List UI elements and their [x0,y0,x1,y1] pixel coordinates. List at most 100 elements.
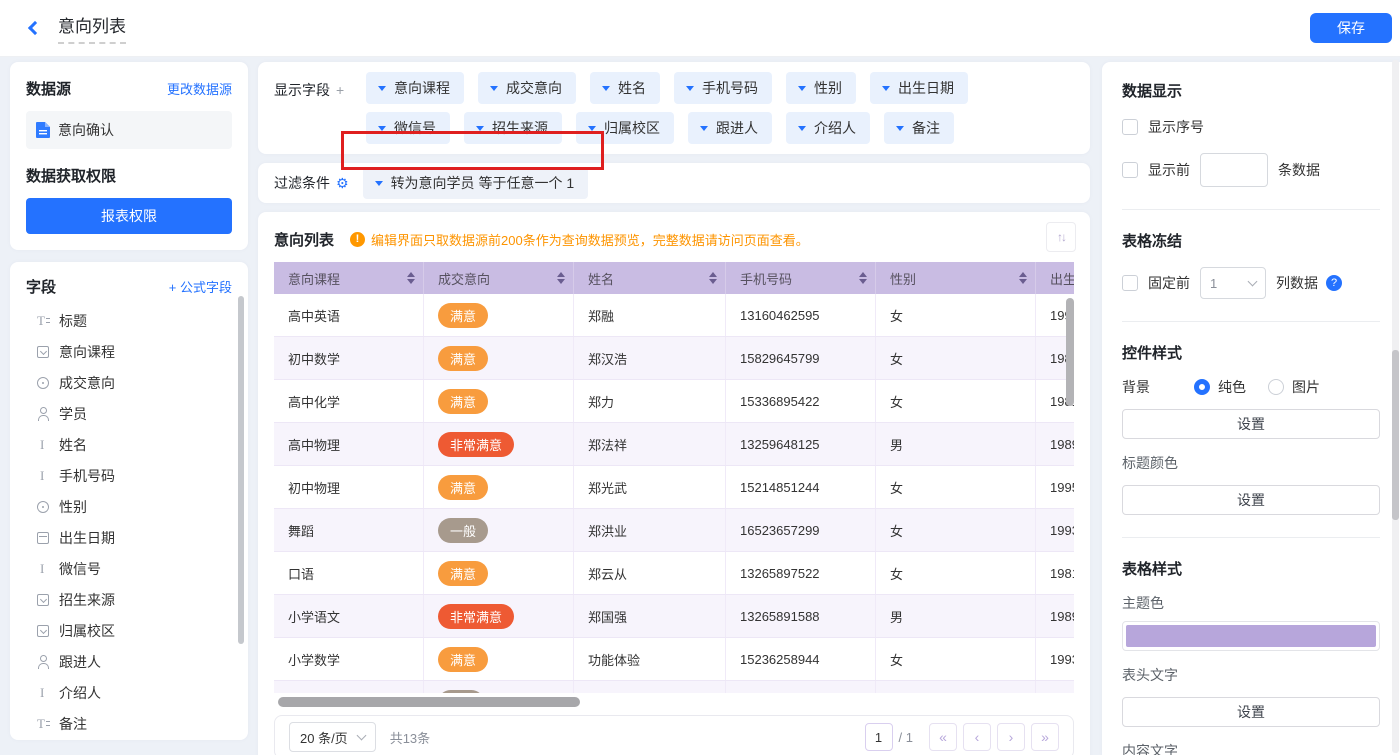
datasource-item-label: 意向确认 [58,120,114,140]
column-label: 姓名 [588,269,614,288]
sort-toggle-button[interactable] [1046,222,1076,252]
table-row[interactable]: 高中化学 满意 郑力 15336895422 女 1981-06 [274,380,1074,423]
save-button[interactable]: 保存 [1310,13,1392,43]
field-type-icon [36,562,50,576]
show-index-checkbox[interactable] [1122,119,1138,135]
cell-name: 郑力 [574,380,726,422]
image-radio-group[interactable]: 图片 [1268,377,1320,397]
field-item[interactable]: 介绍人 [26,677,232,708]
add-formula-field-link[interactable]: + 公式字段 [169,277,232,296]
first-page-button[interactable] [929,723,957,751]
title-color-label: 标题颜色 [1122,453,1380,473]
field-item[interactable]: 出生日期 [26,522,232,553]
prev-page-button[interactable] [963,723,991,751]
display-field-chip[interactable]: 意向课程 [366,72,464,104]
theme-color-picker[interactable] [1122,621,1380,651]
display-field-chip[interactable]: 出生日期 [870,72,968,104]
field-item[interactable]: 已报名交费 [26,739,232,740]
column-header[interactable]: 姓名 [574,262,726,294]
field-item[interactable]: 学员 [26,398,232,429]
column-label: 出生日期 [1050,269,1074,288]
chip-label: 跟进人 [716,118,758,138]
display-field-chip[interactable]: 成交意向 [478,72,576,104]
datasource-item[interactable]: 意向确认 [26,111,232,149]
display-field-chip[interactable]: 微信号 [366,112,450,144]
chevron-down-icon [490,86,498,91]
sort-arrows-icon[interactable] [1019,272,1027,284]
table-horizontal-scrollbar[interactable] [278,697,580,707]
page-number-input[interactable]: 1 [865,723,893,751]
page-scrollbar[interactable] [1392,350,1399,520]
display-field-chip[interactable]: 介绍人 [786,112,870,144]
field-label: 出生日期 [59,528,115,548]
change-datasource-link[interactable]: 更改数据源 [167,79,232,98]
table-vertical-scrollbar[interactable] [1066,298,1074,406]
field-item[interactable]: 归属校区 [26,615,232,646]
title-color-set-button[interactable]: 设置 [1122,485,1380,515]
document-icon [36,122,50,138]
back-icon[interactable] [28,21,42,35]
column-header[interactable]: 成交意向 [424,262,574,294]
table-row[interactable]: 口语 满意 郑云从 13265897522 女 1981-06 [274,552,1074,595]
cell-gender: 女 [876,337,1036,379]
datasource-title: 数据源 [26,78,71,99]
sort-arrows-icon[interactable] [859,272,867,284]
table-row[interactable]: 初中物理 满意 郑光武 15214851244 女 1995-01 [274,466,1074,509]
field-item[interactable]: 招生来源 [26,584,232,615]
next-page-button[interactable] [997,723,1025,751]
display-field-chip[interactable]: 归属校区 [576,112,674,144]
field-item[interactable]: 姓名 [26,429,232,460]
field-item[interactable]: 性别 [26,491,232,522]
display-field-chip[interactable]: 姓名 [590,72,660,104]
image-radio[interactable] [1268,379,1284,395]
field-item[interactable]: 标题 [26,305,232,336]
report-permission-button[interactable]: 报表权限 [26,198,232,234]
display-field-chip[interactable]: 招生来源 [464,112,562,144]
column-header[interactable]: 性别 [876,262,1036,294]
show-first-count-input[interactable] [1200,153,1268,187]
column-header[interactable]: 意向课程 [274,262,424,294]
page-size-select[interactable]: 20 条/页 [289,722,376,752]
display-field-chip[interactable]: 跟进人 [688,112,772,144]
field-label: 姓名 [59,435,87,455]
field-item[interactable]: 意向课程 [26,336,232,367]
sort-arrows-icon[interactable] [407,272,415,284]
freeze-checkbox[interactable] [1122,275,1138,291]
field-item[interactable]: 微信号 [26,553,232,584]
header-text-set-button[interactable]: 设置 [1122,697,1380,727]
solid-color-radio[interactable] [1194,379,1210,395]
chip-label: 归属校区 [604,118,660,138]
cell-name: 功能体验 [574,638,726,680]
show-first-checkbox[interactable] [1122,162,1138,178]
field-item[interactable]: 手机号码 [26,460,232,491]
field-item[interactable]: 备注 [26,708,232,739]
column-header[interactable]: 手机号码 [726,262,876,294]
cell-phone: 13265891588 [726,595,876,637]
display-field-chip[interactable]: 备注 [884,112,954,144]
table-row[interactable]: 高中英语 满意 郑融 13160462595 女 1995-01 [274,294,1074,337]
table-row[interactable]: 初中数学 满意 郑汉浩 15829645799 女 1981-06 [274,337,1074,380]
sort-arrows-icon[interactable] [709,272,717,284]
field-label: 备注 [59,714,87,734]
column-header[interactable]: 出生日期 [1036,262,1074,294]
table-row[interactable]: 小学语文 非常满意 郑国强 13265891588 男 1989-11 [274,595,1074,638]
theme-color-swatch [1126,625,1376,647]
display-field-chip[interactable]: 性别 [786,72,856,104]
display-field-chip[interactable]: 手机号码 [674,72,772,104]
field-item[interactable]: 成交意向 [26,367,232,398]
gear-icon[interactable]: ⚙ [336,175,349,192]
add-display-field-button[interactable]: + [336,82,344,98]
table-row[interactable]: 舞蹈 一般 郑洪业 16523657299 女 1993-08 [274,509,1074,552]
last-page-button[interactable] [1031,723,1059,751]
table-row[interactable]: 高中物理 非常满意 郑法祥 13259648125 男 1989-11 [274,423,1074,466]
help-icon[interactable]: ? [1326,275,1342,291]
fields-scrollbar[interactable] [238,296,244,644]
freeze-count-select[interactable]: 1 [1200,267,1266,299]
sort-arrows-icon[interactable] [557,272,565,284]
background-set-button[interactable]: 设置 [1122,409,1380,439]
table-row[interactable]: 小学数学 满意 功能体验 15236258944 女 1993-08 [274,638,1074,681]
filter-condition-chip[interactable]: 转为意向学员 等于任意一个 1 [363,167,589,199]
solid-color-radio-group[interactable]: 纯色 [1194,377,1246,397]
cell-gender: 女 [876,380,1036,422]
field-item[interactable]: 跟进人 [26,646,232,677]
